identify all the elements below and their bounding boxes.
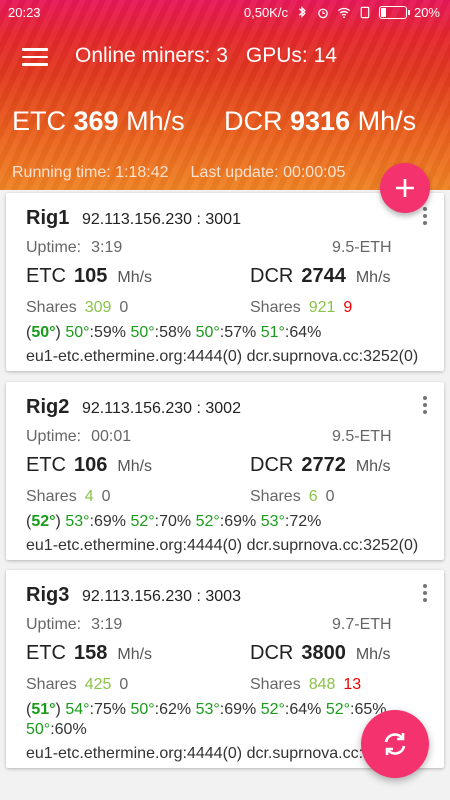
app-header: 20:23 0,50K/c 20% Online miners: 3 GPUs: …: [0, 0, 450, 190]
gpu-temps: (50°) 50°:59% 50°:58% 50°:57% 51°:64%: [26, 324, 322, 341]
etc-hashrate: ETC 105 Mh/s: [26, 265, 153, 287]
wifi-icon: [337, 7, 350, 19]
etc-hashrate: ETC 106 Mh/s: [26, 454, 153, 476]
status-icons: 0,50K/c 20%: [244, 5, 440, 20]
last-update: Last update: 00:00:05: [190, 164, 346, 181]
total-hashrates: ETC 369 Mh/s DCR 9316 Mh/s: [12, 106, 416, 137]
rig-name: Rig3: [26, 584, 70, 606]
etc-shares: Shares 309 0: [26, 299, 129, 316]
dcr-shares: Shares 848 13: [250, 676, 362, 693]
rig-pools: eu1-etc.ethermine.org:4444(0) dcr.suprno…: [26, 537, 419, 554]
alarm-icon: [318, 8, 328, 19]
rig-version: 9.5-ETH: [332, 428, 392, 445]
run-info: Running time: 1:18:42 Last update: 00:00:…: [12, 164, 345, 182]
rig-address: 92.113.156.230 : 3003: [82, 588, 241, 605]
dcr-shares: Shares 921 9: [250, 299, 353, 316]
rig-address: 92.113.156.230 : 3001: [82, 211, 241, 228]
rig-card[interactable]: Rig1 92.113.156.230 : 3001 Uptime: 3:19 9…: [6, 193, 444, 371]
dcr-hashrate: DCR 3800 Mh/s: [250, 642, 391, 664]
toolbar-title: Online miners: 3 GPUs: 14: [75, 44, 337, 68]
rig-name: Rig1: [26, 207, 70, 229]
etc-shares: Shares 425 0: [26, 676, 129, 693]
etc-shares: Shares 4 0: [26, 488, 111, 505]
running-time: Running time: 1:18:42: [12, 164, 169, 181]
etc-total: ETC 369 Mh/s: [12, 106, 185, 136]
hamburger-menu-icon[interactable]: [22, 48, 48, 68]
sim-icon: [360, 6, 370, 19]
refresh-button[interactable]: [361, 710, 429, 778]
dcr-hashrate: DCR 2744 Mh/s: [250, 265, 391, 287]
more-options-icon[interactable]: [422, 207, 428, 227]
toolbar: Online miners: 3 GPUs: 14: [0, 36, 450, 78]
status-bar: 20:23 0,50K/c 20%: [0, 0, 450, 26]
dcr-total: DCR 9316 Mh/s: [224, 106, 417, 136]
rig-pools: eu1-etc.ethermine.org:4444(0) dcr.suprno…: [26, 348, 419, 365]
more-options-icon[interactable]: [422, 584, 428, 604]
battery-level: 20%: [413, 5, 440, 20]
rig-pools: eu1-etc.ethermine.org:4444(0) dcr.suprno…: [26, 745, 419, 762]
more-options-icon[interactable]: [422, 396, 428, 416]
rig-address: 92.113.156.230 : 3002: [82, 400, 241, 417]
gpu-count: GPUs: 14: [245, 44, 337, 67]
gpu-temps: (52°) 53°:69% 52°:70% 52°:69% 53°:72%: [26, 513, 322, 530]
dcr-shares: Shares 6 0: [250, 488, 335, 505]
battery-icon: [378, 6, 410, 19]
refresh-icon: [384, 733, 406, 755]
rig-version: 9.5-ETH: [332, 239, 392, 256]
dcr-hashrate: DCR 2772 Mh/s: [250, 454, 391, 476]
rig-name: Rig2: [26, 396, 70, 418]
online-miners-count: Online miners: 3: [75, 44, 228, 67]
etc-hashrate: ETC 158 Mh/s: [26, 642, 153, 664]
bluetooth-icon: [298, 6, 306, 18]
add-miner-button[interactable]: [380, 163, 430, 213]
rig-version: 9.7-ETH: [332, 616, 392, 633]
rig-card[interactable]: Rig2 92.113.156.230 : 3002 Uptime: 00:01 …: [6, 382, 444, 560]
status-time: 20:23: [8, 5, 41, 20]
rig-uptime: Uptime: 3:19: [26, 616, 123, 633]
network-speed: 0,50K/c: [243, 5, 288, 20]
rig-uptime: Uptime: 3:19: [26, 239, 123, 256]
plus-icon: [396, 179, 414, 197]
rig-uptime: Uptime: 00:01: [26, 428, 132, 445]
